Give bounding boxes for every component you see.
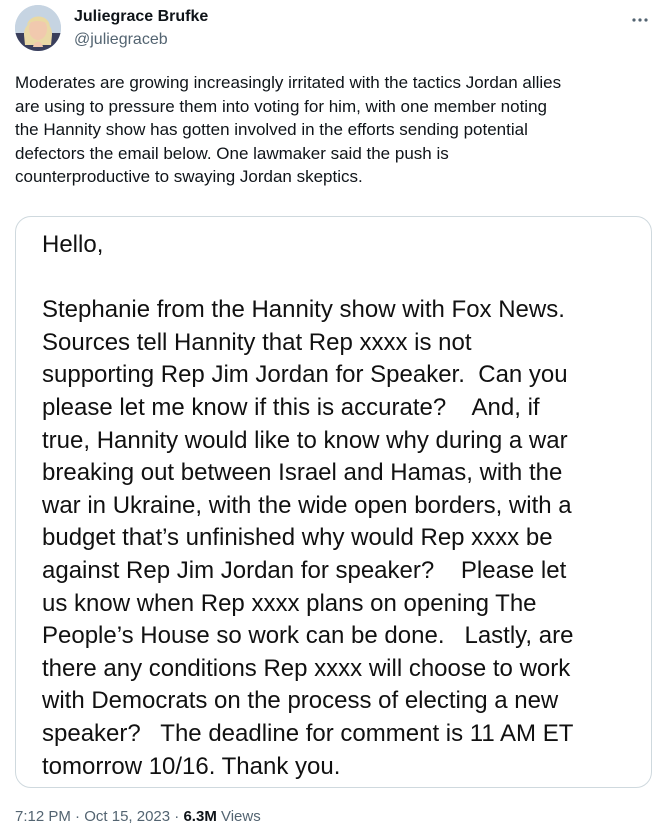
avatar-image xyxy=(15,5,61,51)
author-display-name[interactable]: Juliegrace Brufke xyxy=(74,8,208,26)
meta-separator: · xyxy=(70,808,85,825)
tweet-text: Moderates are growing increasingly irrit… xyxy=(15,73,562,186)
tweet-media-image[interactable]: Hello, Stephanie from the Hannity show w… xyxy=(15,216,652,788)
more-horizontal-icon[interactable] xyxy=(626,6,654,34)
views-count: 6.3M xyxy=(183,808,217,825)
avatar[interactable] xyxy=(15,5,61,51)
tweet-meta: 7:12 PM · Oct 15, 2023 · 6.3M Views xyxy=(15,808,261,825)
tweet-timestamp-link[interactable]: 7:12 PM · Oct 15, 2023 xyxy=(15,808,170,825)
author-handle[interactable]: @juliegraceb xyxy=(74,31,168,49)
meta-separator-2: · xyxy=(170,808,184,825)
tweet-date: Oct 15, 2023 xyxy=(84,808,171,825)
views-label: Views xyxy=(216,808,261,825)
email-screenshot-text: Hello, Stephanie from the Hannity show w… xyxy=(42,231,574,780)
tweet-time: 7:12 PM xyxy=(15,808,71,825)
